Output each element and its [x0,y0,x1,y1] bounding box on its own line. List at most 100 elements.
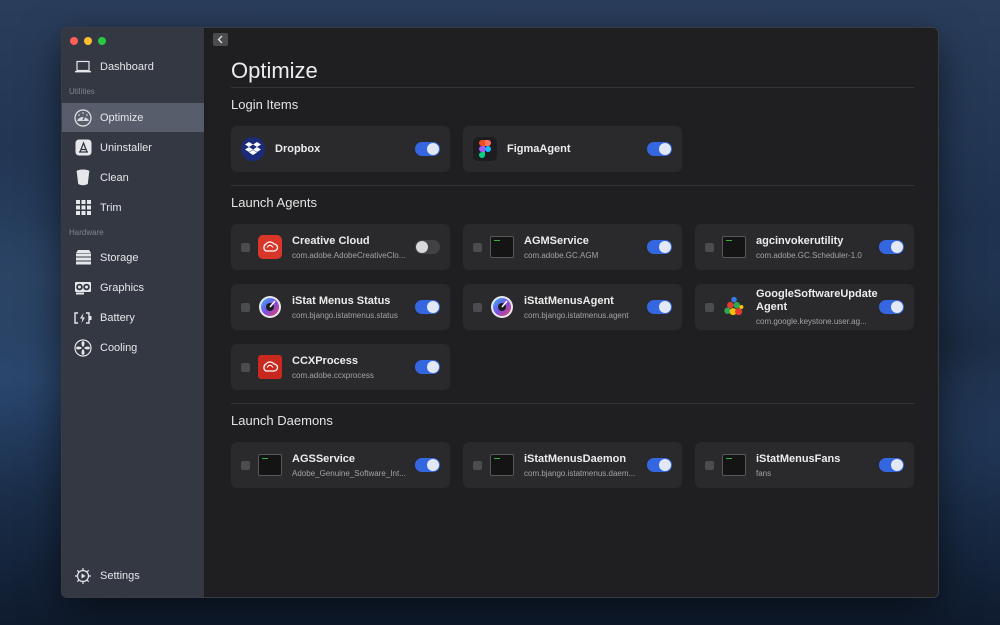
gear-icon [74,567,92,585]
toggle-switch[interactable] [879,240,904,254]
toggle-switch[interactable] [647,300,672,314]
item-name: AGMService [524,234,589,247]
sidebar-item-label: Battery [100,311,135,324]
section-title-launch-agents: Launch Agents [231,195,318,210]
launch-agent-card: GoogleSoftwareUpdate Agent com.google.ke… [695,284,914,330]
terminal-icon [490,235,514,259]
sidebar-item-label: Clean [100,171,129,184]
figma-icon [473,137,497,161]
item-identifier: com.adobe.GC.Scheduler-1.0 [756,250,862,260]
trash-bin-icon [74,169,92,187]
launch-agent-card: iStatMenusAgent com.bjango.istatmenus.ag… [463,284,682,330]
graphics-card-icon [74,279,92,297]
item-name: Creative Cloud [292,234,370,247]
item-identifier: com.bjango.istatmenus.daem... [524,468,636,478]
toggle-switch[interactable] [415,458,440,472]
select-checkbox[interactable] [705,242,714,252]
sidebar-item-uninstaller[interactable]: Uninstaller [62,133,204,162]
sidebar-item-trim[interactable]: Trim [62,193,204,222]
dropbox-icon [241,137,265,161]
select-checkbox[interactable] [705,302,714,312]
item-identifier: com.adobe.GC.AGM [524,250,599,260]
sidebar-item-label: Storage [100,251,139,264]
istat-menus-icon [258,295,282,319]
toggle-switch[interactable] [415,142,440,156]
sidebar-item-label: Trim [100,201,122,214]
laptop-icon [74,58,92,76]
select-checkbox[interactable] [473,460,482,470]
toggle-switch[interactable] [647,240,672,254]
launch-agent-card: iStat Menus Status com.bjango.istatmenus… [231,284,450,330]
close-button[interactable] [70,37,78,45]
main-content: Optimize Login Items Dropbox FigmaAgent … [205,28,938,597]
item-identifier: com.adobe.ccxprocess [292,370,374,380]
divider [231,87,914,88]
section-title-launch-daemons: Launch Daemons [231,413,333,428]
select-checkbox[interactable] [473,302,482,312]
toggle-switch[interactable] [647,458,672,472]
launch-daemon-card: iStatMenusFans fans [695,442,914,488]
divider [231,185,914,186]
item-identifier: com.bjango.istatmenus.agent [524,310,629,320]
terminal-icon [722,453,746,477]
select-checkbox[interactable] [241,242,250,252]
storage-icon [74,249,92,267]
toggle-switch[interactable] [415,300,440,314]
sidebar-item-label: Uninstaller [100,141,152,154]
item-identifier: fans [756,468,772,478]
toggle-switch[interactable] [879,300,904,314]
item-name: FigmaAgent [507,142,571,155]
sidebar-item-dashboard[interactable]: Dashboard [62,52,204,81]
grid-icon [74,199,92,217]
select-checkbox[interactable] [705,460,714,470]
item-name: iStatMenusAgent [524,294,614,307]
select-checkbox[interactable] [241,362,250,372]
back-button[interactable] [213,33,228,46]
sidebar: Dashboard Utilities Optimize Uninstaller… [62,28,205,597]
sidebar-item-label: Settings [100,569,140,582]
sidebar-item-cooling[interactable]: Cooling [62,333,204,362]
select-checkbox[interactable] [473,242,482,252]
sidebar-item-battery[interactable]: Battery [62,303,204,332]
item-identifier: com.google.keystone.user.ag... [756,317,867,326]
window-controls [70,37,106,45]
minimize-button[interactable] [84,37,92,45]
creative-cloud-icon [258,355,282,379]
section-label-utilities: Utilities [69,87,95,96]
toggle-switch[interactable] [647,142,672,156]
select-checkbox[interactable] [241,302,250,312]
item-name: iStat Menus Status [292,294,391,307]
zoom-button[interactable] [98,37,106,45]
sidebar-item-clean[interactable]: Clean [62,163,204,192]
chevron-left-icon [217,31,224,49]
item-identifier: com.adobe.AdobeCreativeClo... [292,250,406,260]
launch-daemon-card: AGSService Adobe_Genuine_Software_Int... [231,442,450,488]
toggle-switch[interactable] [415,240,440,254]
sidebar-item-label: Optimize [100,111,144,124]
terminal-icon [490,453,514,477]
section-title-login-items: Login Items [231,97,299,112]
sidebar-item-settings[interactable]: Settings [62,561,204,590]
terminal-icon [722,235,746,259]
fan-icon [74,338,92,357]
creative-cloud-icon [258,235,282,259]
section-label-hardware: Hardware [69,228,104,237]
toggle-switch[interactable] [879,458,904,472]
select-checkbox[interactable] [241,460,250,470]
divider [231,403,914,404]
app-store-icon [74,139,92,157]
sidebar-item-graphics[interactable]: Graphics [62,273,204,302]
sidebar-item-label: Cooling [100,341,138,354]
item-identifier: com.bjango.istatmenus.status [292,310,398,320]
terminal-icon [258,453,282,477]
item-identifier: Adobe_Genuine_Software_Int... [292,468,406,478]
item-name: iStatMenusDaemon [524,452,627,465]
item-name: GoogleSoftwareUpdate Agent [756,288,878,313]
battery-icon [74,309,92,327]
toggle-switch[interactable] [415,360,440,374]
sidebar-item-storage[interactable]: Storage [62,243,204,272]
login-item-card: FigmaAgent [463,126,682,172]
page-title: Optimize [231,58,318,83]
sidebar-item-optimize[interactable]: Optimize [62,103,204,132]
item-name: iStatMenusFans [756,452,841,465]
